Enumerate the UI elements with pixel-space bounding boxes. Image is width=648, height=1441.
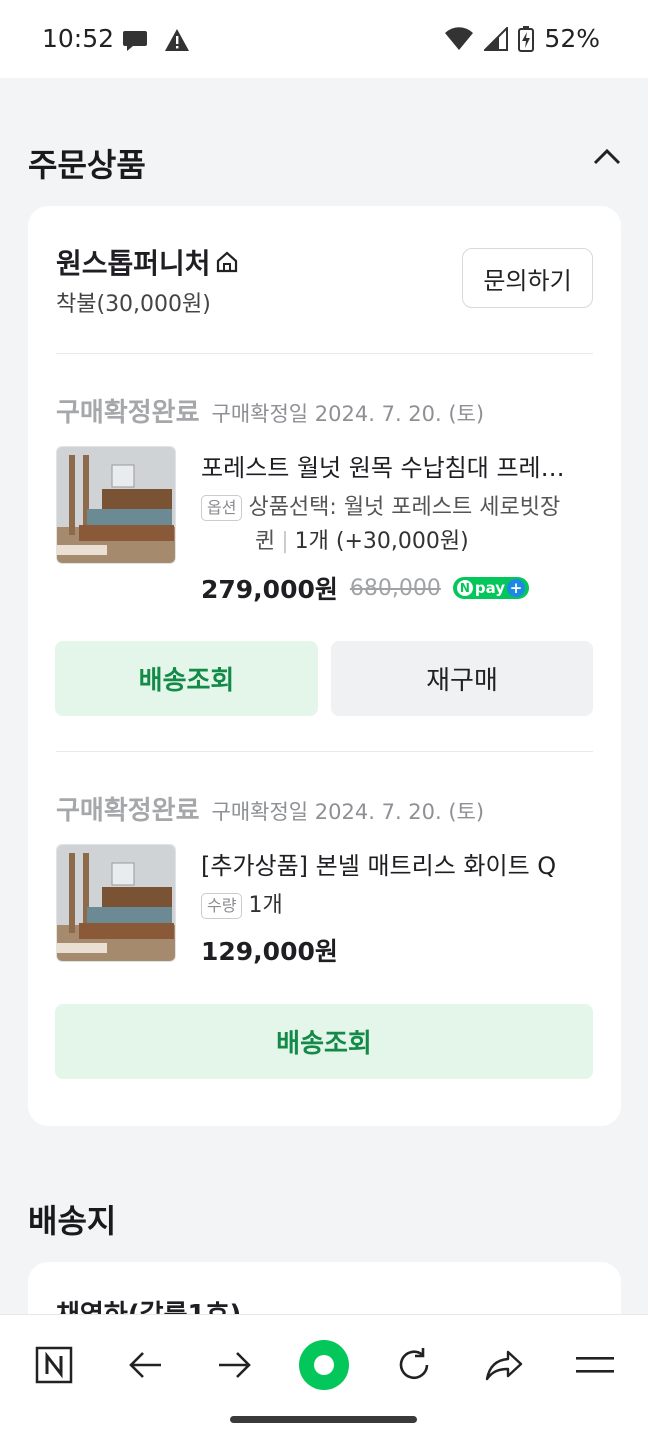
naver-home-icon[interactable] bbox=[24, 1335, 84, 1395]
battery-charging-icon bbox=[518, 25, 535, 52]
status-time: 10:52 bbox=[42, 24, 115, 53]
order-status-row: 구매확정완료 구매확정일 2024. 7. 20. (토) bbox=[56, 392, 484, 429]
seller-name[interactable]: 원스톱퍼니처 bbox=[56, 242, 239, 282]
product-title[interactable]: [추가상품] 본넬 매트리스 화이트 Q bbox=[201, 846, 596, 881]
refresh-icon[interactable] bbox=[384, 1335, 444, 1395]
home-indicator[interactable] bbox=[230, 1416, 417, 1423]
rebuy-button[interactable]: 재구매 bbox=[331, 641, 593, 716]
price-row: 129,000원 bbox=[201, 932, 338, 968]
product-title[interactable]: 포레스트 월넛 원목 수납침대 프레… bbox=[201, 448, 596, 483]
status-bar: 10:52 52% bbox=[0, 0, 648, 78]
delivery-section-title: 배송지 bbox=[28, 1202, 117, 1240]
product-quantity: 퀸 | 1개 (+30,000원) bbox=[255, 529, 469, 554]
signal-icon bbox=[484, 26, 509, 51]
product-price: 129,000원 bbox=[201, 937, 338, 966]
option-text-2: 퀸 bbox=[255, 529, 276, 554]
product-quantity: 수량 1개 bbox=[201, 888, 596, 924]
inquiry-button[interactable]: 문의하기 bbox=[462, 248, 593, 308]
warning-icon bbox=[165, 29, 189, 51]
share-icon[interactable] bbox=[474, 1335, 534, 1395]
product-price: 279,000원 bbox=[201, 575, 338, 604]
product-option: 옵션 상품선택: 월넛 포레스트 세로빗장 bbox=[201, 490, 596, 526]
plus-icon: + bbox=[507, 579, 526, 597]
price-row: 279,000원 680,000 N pay + bbox=[201, 570, 530, 606]
store-home-icon bbox=[216, 251, 237, 273]
forward-arrow-icon[interactable] bbox=[205, 1335, 265, 1395]
quantity-badge: 수량 bbox=[201, 893, 243, 919]
order-section-title: 주문상품 bbox=[28, 146, 146, 184]
track-delivery-button[interactable]: 배송조회 bbox=[55, 1004, 593, 1079]
chevron-up-icon[interactable] bbox=[592, 146, 622, 166]
option-badge: 옵션 bbox=[201, 495, 243, 521]
original-price: 680,000 bbox=[349, 575, 441, 601]
menu-icon[interactable] bbox=[565, 1335, 625, 1395]
back-arrow-icon[interactable] bbox=[115, 1335, 175, 1395]
quantity-text: 1개 (+30,000원) bbox=[294, 529, 469, 554]
confirm-date: 구매확정일 2024. 7. 20. (토) bbox=[211, 800, 485, 824]
product-thumbnail[interactable] bbox=[56, 446, 176, 564]
order-card: 원스톱퍼니처 착불(30,000원) 문의하기 구매확정완료 구매확정일 202… bbox=[28, 206, 621, 1126]
order-status: 구매확정완료 bbox=[56, 796, 200, 826]
divider bbox=[56, 751, 593, 752]
quantity-text: 1개 bbox=[248, 893, 283, 918]
chat-icon bbox=[123, 31, 147, 51]
battery-level: 52% bbox=[544, 24, 600, 53]
shipping-fee: 착불(30,000원) bbox=[56, 292, 211, 317]
wifi-icon bbox=[445, 26, 474, 50]
naver-n-icon: N bbox=[456, 580, 473, 596]
green-dot-icon[interactable] bbox=[294, 1335, 354, 1395]
product-thumbnail[interactable] bbox=[56, 844, 176, 962]
order-status: 구매확정완료 bbox=[56, 398, 200, 428]
confirm-date: 구매확정일 2024. 7. 20. (토) bbox=[211, 402, 485, 426]
divider bbox=[56, 353, 593, 354]
track-delivery-button[interactable]: 배송조회 bbox=[55, 641, 318, 716]
option-text: 상품선택: 월넛 포레스트 세로빗장 bbox=[248, 495, 561, 520]
order-status-row: 구매확정완료 구매확정일 2024. 7. 20. (토) bbox=[56, 790, 484, 827]
npay-plus-badge: N pay + bbox=[452, 577, 530, 599]
